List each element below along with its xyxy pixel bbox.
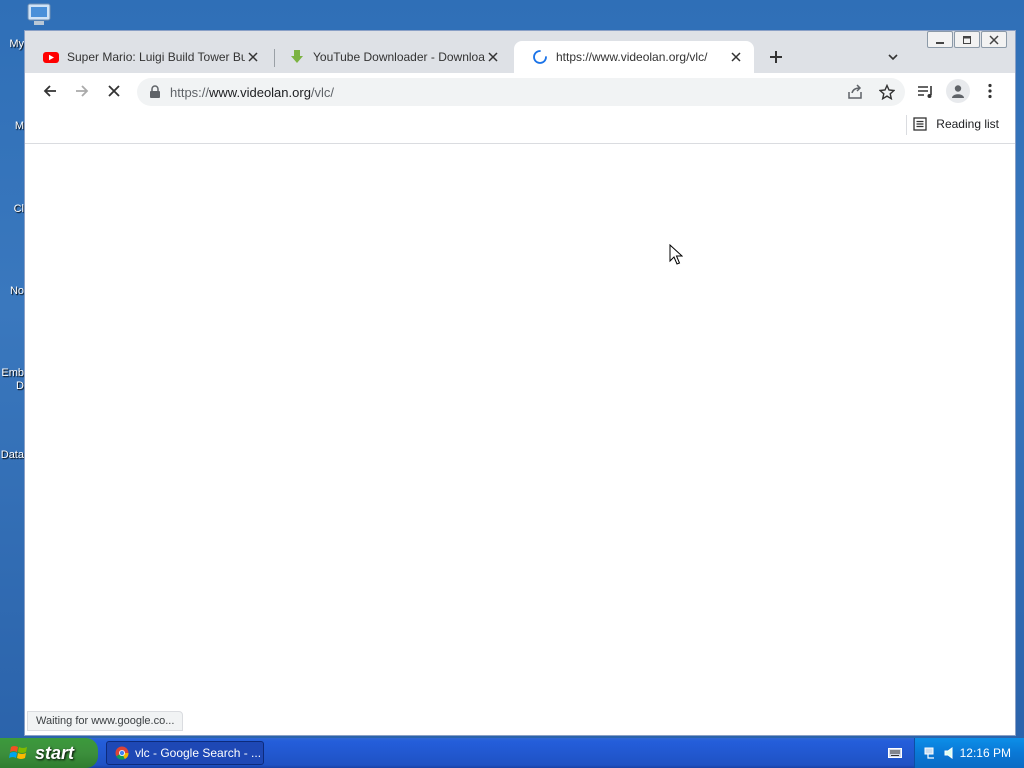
page-content[interactable]: Waiting for www.google.co... [25,144,1015,735]
tab-search-button[interactable] [887,51,899,66]
bookmarks-bar: Reading list [25,109,1015,144]
clock[interactable]: 12:16 PM [960,746,1011,760]
browser-toolbar: https://www.videolan.org/vlc/ [25,73,1015,109]
reading-list-label: Reading list [936,117,999,131]
chrome-icon [115,746,129,760]
divider [906,115,907,135]
address-url[interactable]: https://www.videolan.org/vlc/ [170,85,334,100]
start-label: start [35,742,75,763]
status-bubble: Waiting for www.google.co... [27,711,184,731]
media-control-icon[interactable] [917,84,935,100]
my-computer-icon [27,3,51,25]
url-scheme: https:// [170,85,210,100]
arrow-right-icon [76,85,89,97]
profile-button[interactable] [946,79,970,103]
address-bar[interactable]: https://www.videolan.org/vlc/ [137,78,905,106]
keyboard-icon[interactable] [888,747,902,759]
network-icon[interactable] [924,746,938,760]
url-host: www.videolan.org [209,85,311,100]
url-path: /vlc/ [310,85,335,100]
close-icon [248,52,258,62]
start-button[interactable]: start [0,738,98,768]
stop-loading-button[interactable] [104,81,124,101]
loading-spinner-icon [533,50,547,64]
desktop-icon-label: M [14,120,24,132]
more-menu-icon[interactable] [987,83,993,99]
download-arrow-icon [291,50,303,63]
desktop-icon-label: No [9,285,24,297]
taskbar: start vlc - Google Search - ... 12:16 PM [0,738,1024,768]
tab-youtube-mario[interactable]: Super Mario: Luigi Build Tower But [25,41,271,73]
desktop-icon-label: My [9,38,24,50]
reading-list-button[interactable]: Reading list [913,117,999,131]
arrow-left-icon [43,85,56,97]
tab-title: Super Mario: Luigi Build Tower But [67,50,245,64]
tab-title: https://www.videolan.org/vlc/ [556,50,708,64]
system-tray: 12:16 PM [914,738,1024,768]
desktop-icon-label: Emb [1,367,24,379]
tab-close-button[interactable] [728,49,744,65]
share-icon[interactable] [847,84,863,100]
windows-logo-icon [9,746,27,759]
volume-icon[interactable] [943,746,957,760]
close-icon [731,52,741,62]
desktop-icon-computer[interactable] [22,2,56,30]
tab-strip: Super Mario: Luigi Build Tower But YouTu… [25,39,1015,73]
reading-list-icon [913,117,927,131]
new-tab-button[interactable] [765,49,787,67]
taskbar-button-chrome[interactable]: vlc - Google Search - ... [106,741,264,765]
desktop-icon-label: Data [0,449,24,461]
star-icon[interactable] [879,84,895,100]
browser-window: Super Mario: Luigi Build Tower But YouTu… [24,30,1016,736]
forward-button[interactable] [72,81,92,101]
close-icon [488,52,498,62]
desktop-icon-label: Cl [13,203,24,215]
tab-close-button[interactable] [485,49,501,65]
person-icon [952,85,964,98]
taskbar-button-label: vlc - Google Search - ... [135,746,262,760]
desktop-icon-label: D [16,380,24,392]
plus-icon [770,51,782,63]
tab-close-button[interactable] [245,49,261,65]
chevron-down-icon [888,54,898,61]
tab-videolan[interactable]: https://www.videolan.org/vlc/ [514,41,754,73]
back-button[interactable] [40,81,60,101]
mouse-cursor-icon [669,244,683,265]
tab-title: YouTube Downloader - Download Y [313,50,485,64]
youtube-icon [43,52,59,63]
close-icon [108,85,120,97]
tab-youtube-downloader[interactable]: YouTube Downloader - Download Y [271,41,511,73]
lock-icon [150,85,160,98]
